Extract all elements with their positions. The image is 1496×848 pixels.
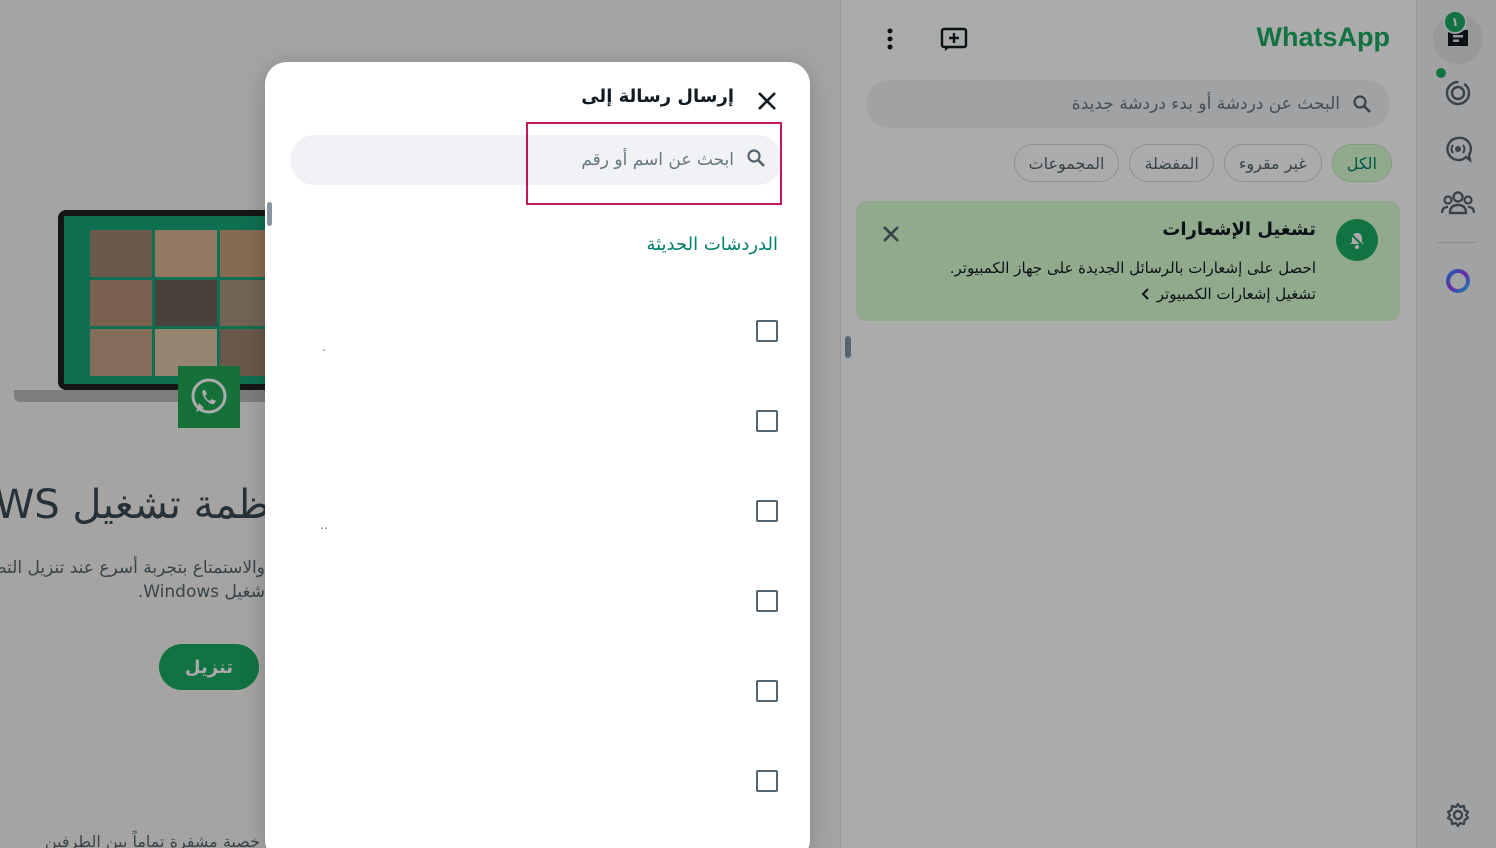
row-marker: .. [320,518,328,532]
recent-chat-row[interactable] [298,680,778,770]
recent-chat-row[interactable] [298,410,778,500]
select-checkbox[interactable] [756,320,778,342]
select-checkbox[interactable] [756,680,778,702]
recent-chat-row[interactable]: .. [298,500,778,590]
select-checkbox[interactable] [756,500,778,522]
search-focus-outline [526,122,782,205]
recent-chat-row[interactable] [298,590,778,680]
dialog-scrollbar-handle[interactable] [267,202,272,226]
select-checkbox[interactable] [756,770,778,792]
recent-chat-row[interactable] [298,770,778,848]
select-checkbox[interactable] [756,590,778,612]
recent-chat-row[interactable]: . [298,320,778,410]
close-dialog-button[interactable] [750,84,784,118]
select-checkbox[interactable] [756,410,778,432]
close-icon [758,92,776,110]
dialog-title: إرسال رسالة إلى [581,86,734,107]
recent-chats-heading: الدردشات الحديثة [646,234,778,255]
row-marker: . [322,340,326,354]
send-message-dialog: إرسال رسالة إلى ابحث عن اسم أو رقم الدرد… [265,62,810,848]
